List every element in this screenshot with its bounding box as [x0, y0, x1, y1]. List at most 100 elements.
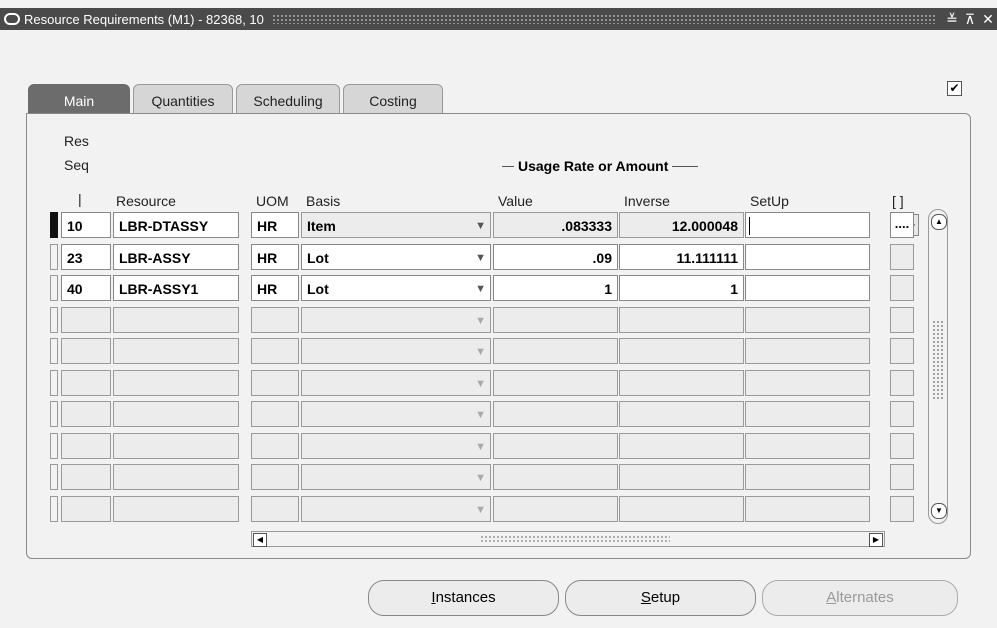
row-selector[interactable]	[50, 495, 58, 522]
seq-cell[interactable]	[61, 401, 111, 427]
inverse-cell[interactable]	[619, 306, 744, 333]
setup-cell[interactable]	[745, 464, 870, 490]
uom-cell[interactable]	[251, 338, 299, 364]
seq-cell[interactable]: 40	[61, 275, 111, 301]
uom-cell[interactable]: HR	[251, 243, 299, 270]
uom-cell[interactable]: HR	[251, 275, 299, 301]
value-cell[interactable]: .09	[493, 243, 618, 270]
flex-field-cell[interactable]	[890, 464, 914, 490]
table-row[interactable]: ▼	[50, 306, 930, 335]
tab-main[interactable]: Main	[28, 84, 130, 114]
setup-cell[interactable]	[745, 401, 870, 427]
dropdown-arrow-icon[interactable]: ▼	[475, 276, 486, 300]
inverse-cell[interactable]: 12.000048	[619, 212, 744, 238]
uom-cell[interactable]	[251, 432, 299, 459]
dropdown-arrow-icon[interactable]: ▼	[475, 465, 486, 489]
setup-button[interactable]: Setup	[565, 580, 756, 616]
resource-cell[interactable]	[113, 401, 239, 427]
flex-field-cell[interactable]	[890, 432, 914, 459]
close-icon[interactable]: ✕	[979, 11, 997, 28]
row-selector[interactable]	[50, 338, 58, 364]
scroll-up-icon[interactable]: ▲	[931, 214, 947, 230]
dropdown-arrow-icon[interactable]: ▼	[475, 245, 486, 269]
horizontal-scroll-thumb[interactable]	[480, 535, 670, 543]
basis-cell[interactable]: Lot ▼	[301, 243, 491, 270]
tab-quantities[interactable]: Quantities	[133, 84, 233, 114]
value-cell[interactable]	[493, 401, 618, 427]
basis-cell[interactable]: Item ▼	[301, 212, 491, 238]
table-row[interactable]: ▼	[50, 464, 930, 492]
scroll-down-icon[interactable]: ▼	[931, 503, 947, 519]
seq-cell[interactable]: 23	[61, 243, 111, 270]
row-selector[interactable]	[50, 401, 58, 427]
table-row[interactable]: ▼	[50, 338, 930, 366]
row-selector[interactable]	[50, 243, 58, 270]
dropdown-arrow-icon[interactable]: ▼	[475, 402, 486, 426]
inverse-cell[interactable]: 1	[619, 275, 744, 301]
value-cell[interactable]	[493, 369, 618, 396]
table-row[interactable]: ▼	[50, 495, 930, 524]
basis-cell[interactable]: ▼	[301, 401, 491, 427]
checkbox-checked-icon[interactable]: ✔	[947, 81, 962, 96]
table-row[interactable]: 23 LBR-ASSY HR Lot ▼ .09 11.111111	[50, 243, 930, 272]
titlebar-grip[interactable]	[271, 14, 935, 24]
basis-cell[interactable]: ▼	[301, 495, 491, 522]
scroll-right-icon[interactable]: ▶	[869, 533, 883, 547]
tab-costing[interactable]: Costing	[343, 84, 443, 114]
resource-cell[interactable]	[113, 306, 239, 333]
inverse-cell[interactable]	[619, 338, 744, 364]
resource-cell[interactable]: LBR-ASSY1	[113, 275, 239, 301]
uom-cell[interactable]	[251, 401, 299, 427]
resource-cell[interactable]	[113, 464, 239, 490]
row-selector[interactable]	[50, 369, 58, 396]
horizontal-scrollbar[interactable]: ◀ ▶	[251, 531, 885, 547]
seq-cell[interactable]	[61, 464, 111, 490]
seq-cell[interactable]	[61, 306, 111, 333]
table-row[interactable]: ▼	[50, 432, 930, 461]
row-selector[interactable]	[50, 432, 58, 459]
inverse-cell[interactable]	[619, 464, 744, 490]
value-cell[interactable]	[493, 338, 618, 364]
dropdown-arrow-icon[interactable]: ▼	[475, 308, 486, 332]
dropdown-arrow-icon[interactable]: ▼	[475, 339, 486, 363]
setup-cell[interactable]	[745, 306, 870, 333]
basis-cell[interactable]: ▼	[301, 369, 491, 396]
basis-cell[interactable]: ▼	[301, 338, 491, 364]
flex-field-cell[interactable]	[890, 338, 914, 364]
row-selector[interactable]	[50, 275, 58, 301]
seq-cell[interactable]	[61, 369, 111, 396]
table-row[interactable]: 40 LBR-ASSY1 HR Lot ▼ 1 1	[50, 275, 930, 303]
instances-button[interactable]: Instances	[368, 580, 559, 616]
setup-cell[interactable]	[745, 369, 870, 396]
flex-field-cell[interactable]	[890, 243, 914, 270]
seq-cell[interactable]: 10	[61, 212, 111, 238]
value-cell[interactable]: .083333	[493, 212, 618, 238]
flex-field-cell[interactable]	[890, 495, 914, 522]
resource-cell[interactable]	[113, 369, 239, 396]
row-selector[interactable]	[50, 464, 58, 490]
tab-scheduling[interactable]: Scheduling	[236, 84, 340, 114]
resource-cell[interactable]	[113, 495, 239, 522]
dropdown-arrow-icon[interactable]: ▼	[475, 434, 486, 458]
flex-field-cell[interactable]	[890, 306, 914, 333]
seq-cell[interactable]	[61, 338, 111, 364]
value-cell[interactable]: 1	[493, 275, 618, 301]
table-row[interactable]: ▼	[50, 401, 930, 429]
basis-cell[interactable]: ▼	[301, 306, 491, 333]
basis-cell[interactable]: ▼	[301, 464, 491, 490]
basis-cell[interactable]: Lot ▼	[301, 275, 491, 301]
row-selector[interactable]	[50, 306, 58, 333]
setup-cell[interactable]	[745, 243, 870, 270]
flex-field-cell[interactable]	[890, 369, 914, 396]
maximize-icon[interactable]: ⊼	[961, 11, 979, 28]
value-cell[interactable]	[493, 495, 618, 522]
uom-cell[interactable]: HR	[251, 212, 299, 238]
basis-cell[interactable]: ▼	[301, 432, 491, 459]
resource-cell[interactable]	[113, 338, 239, 364]
seq-cell[interactable]	[61, 432, 111, 459]
resource-cell[interactable]: LBR-DTASSY	[113, 212, 239, 238]
uom-cell[interactable]	[251, 306, 299, 333]
flex-field-cell[interactable]: ....	[890, 212, 914, 238]
row-selector[interactable]	[50, 212, 58, 238]
flex-field-cell[interactable]	[890, 275, 914, 301]
